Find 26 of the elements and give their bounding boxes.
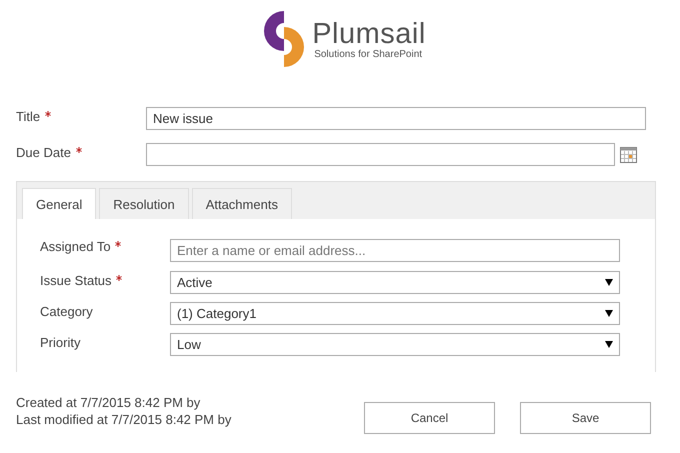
logo-name: Plumsail [312, 18, 426, 48]
tab[interactable]: Resolution [99, 188, 189, 219]
dropdown[interactable]: (1) Category1 [170, 302, 620, 325]
caret-icon [605, 279, 613, 286]
caret-icon [605, 310, 613, 317]
field-label: Due Date [16, 143, 146, 160]
created-text: Created at 7/7/2015 8:42 PM by [16, 394, 202, 411]
caret-icon [605, 341, 613, 348]
calendar-icon[interactable] [620, 146, 637, 162]
modified-text: Last modified at 7/7/2015 8:42 PM by [16, 411, 232, 428]
field-label: Priority [40, 334, 82, 350]
date-field[interactable] [146, 143, 615, 166]
people-picker-field[interactable]: Enter a name or email address... [170, 238, 620, 262]
dropdown[interactable]: Low [170, 333, 620, 356]
tab[interactable]: Attachments [192, 188, 292, 219]
field-label: Assigned To [40, 237, 170, 254]
field-label: Category [40, 303, 94, 319]
logo-icon [262, 9, 306, 69]
logo-tagline: Solutions for SharePoint [314, 48, 424, 60]
text-field[interactable]: New issue [146, 107, 646, 130]
dropdown[interactable]: Active [170, 271, 620, 294]
tab[interactable]: General [22, 188, 96, 219]
cancel-button[interactable]: Cancel [364, 402, 495, 434]
save-button[interactable]: Save [520, 402, 651, 434]
field-label: Issue Status [40, 271, 170, 288]
field-label: Title [16, 107, 146, 124]
